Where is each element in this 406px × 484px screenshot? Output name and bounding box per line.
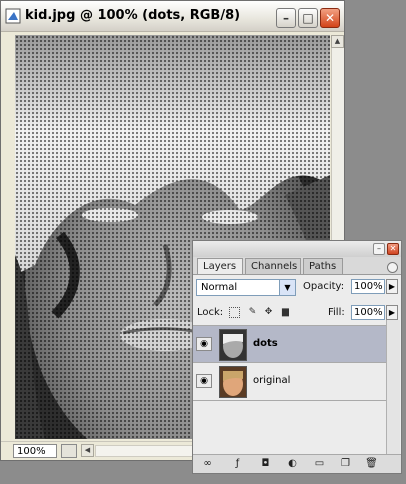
layer-thumbnail-dots [219, 329, 247, 361]
layers-panel: – ✕ Layers Channels Paths Normal ▼ Opaci… [192, 240, 402, 474]
new-layer-icon[interactable]: ❐ [339, 458, 352, 470]
zoom-field[interactable]: 100% [13, 444, 57, 458]
mask-icon[interactable]: ◘ [259, 458, 272, 470]
layer-name-dots: dots [253, 338, 278, 349]
blend-mode-value: Normal [201, 282, 238, 293]
scroll-left-arrow-icon[interactable]: ◀ [81, 444, 94, 457]
opacity-label: Opacity: [303, 281, 345, 292]
lock-label: Lock: [197, 307, 224, 318]
layer-row-original[interactable]: ◉ original [193, 363, 386, 401]
lock-image-pixels-icon[interactable]: ✎ [247, 307, 258, 318]
document-titlebar[interactable]: kid.jpg @ 100% (dots, RGB/8) – □ ✕ [1, 1, 344, 32]
panel-close-button[interactable]: ✕ [387, 243, 399, 255]
panel-titlebar[interactable]: – ✕ [193, 241, 401, 257]
layers-scrollbar[interactable] [386, 320, 400, 455]
layer-style-icon[interactable]: ƒ [231, 458, 244, 470]
layers-bottom-toolbar: ∞ ƒ ◘ ◐ ▭ ❐ 🗑 [193, 454, 401, 473]
opacity-field[interactable]: 100% [351, 279, 385, 294]
trash-icon[interactable]: 🗑 [365, 458, 378, 470]
lock-transparent-pixels-icon[interactable] [229, 307, 240, 318]
close-button[interactable]: ✕ [320, 8, 340, 28]
document-title: kid.jpg @ 100% (dots, RGB/8) [25, 8, 241, 23]
panel-tabs: Layers Channels Paths [197, 258, 397, 274]
panel-minimize-button[interactable]: – [373, 243, 385, 255]
layer-thumbnail-original [219, 366, 247, 398]
layers-panel-body: Normal ▼ Opacity: 100% ▶ Lock: ✎ ✥ ▆ Fil… [193, 274, 401, 455]
status-menu-button[interactable] [61, 444, 77, 458]
link-icon[interactable]: ∞ [201, 458, 214, 470]
new-group-icon[interactable]: ▭ [313, 458, 326, 470]
panel-menu-icon[interactable] [387, 262, 398, 273]
restore-button[interactable]: □ [298, 8, 318, 28]
fill-field[interactable]: 100% [351, 305, 385, 320]
scroll-up-arrow-icon[interactable]: ▲ [331, 35, 344, 48]
layer-row-dots[interactable]: ◉ dots [193, 325, 386, 363]
lock-all-icon[interactable]: ▆ [280, 307, 291, 318]
fill-arrow-icon[interactable]: ▶ [386, 305, 398, 320]
eye-icon[interactable]: ◉ [196, 337, 212, 351]
tab-layers[interactable]: Layers [197, 258, 243, 274]
eye-icon[interactable]: ◉ [196, 374, 212, 388]
layer-name-original: original [253, 375, 291, 386]
adjustment-layer-icon[interactable]: ◐ [286, 458, 299, 470]
lock-position-icon[interactable]: ✥ [263, 307, 274, 318]
fill-label: Fill: [328, 307, 345, 318]
photoshop-document-icon [5, 8, 21, 24]
tab-channels[interactable]: Channels [245, 258, 301, 274]
opacity-arrow-icon[interactable]: ▶ [386, 279, 398, 294]
blend-mode-select[interactable]: Normal ▼ [196, 279, 296, 296]
tab-paths[interactable]: Paths [303, 258, 343, 274]
chevron-down-icon[interactable]: ▼ [279, 280, 295, 295]
minimize-button[interactable]: – [276, 8, 296, 28]
